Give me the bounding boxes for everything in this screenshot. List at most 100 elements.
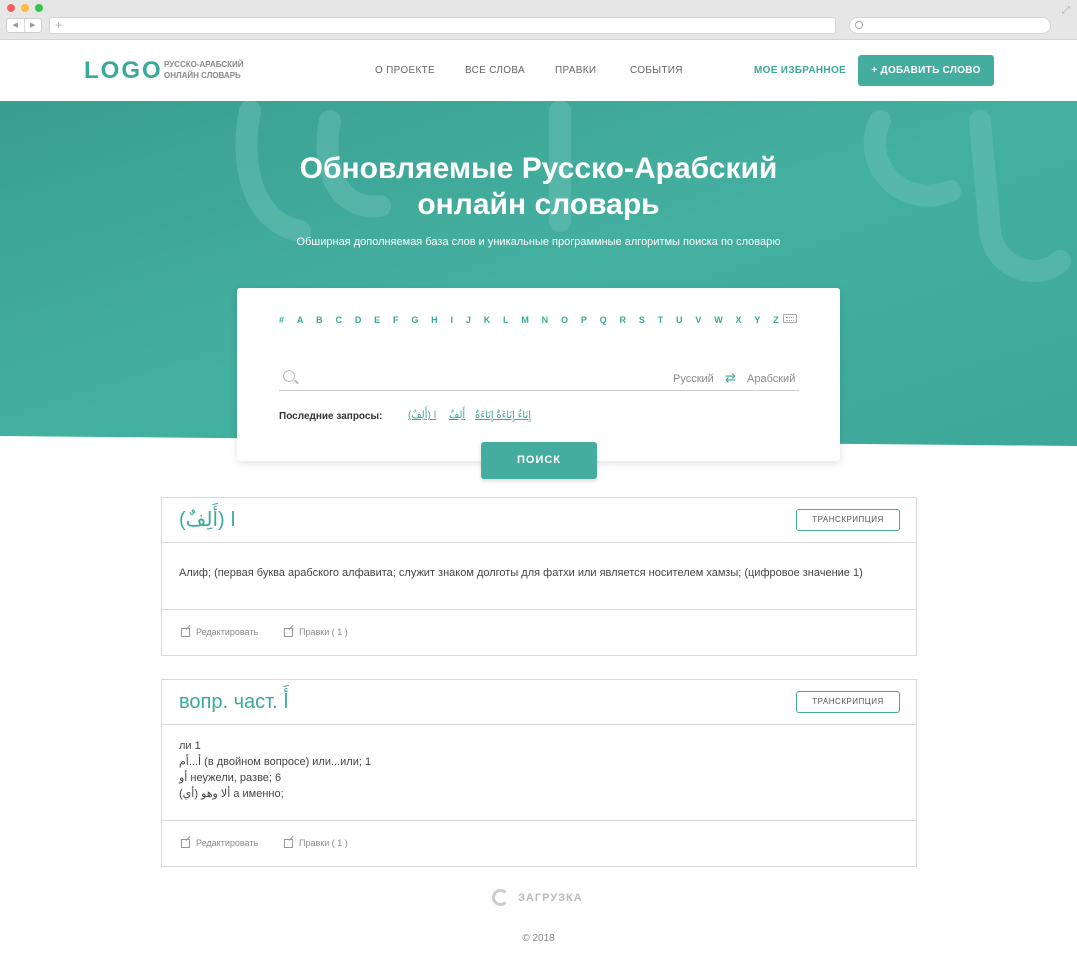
alphabet-letter[interactable]: G	[411, 315, 418, 325]
definition-line: (أي) ألا وهو а именно;	[179, 788, 284, 800]
alphabet-letter[interactable]: Z	[773, 315, 779, 325]
back-arrow-icon[interactable]: ◀	[7, 19, 24, 32]
nav-events[interactable]: СОБЫТИЯ	[630, 65, 683, 76]
entry-footer: Редактировать Правки ( 1 )	[162, 609, 916, 655]
edits-history-link[interactable]: Правки ( 1 )	[284, 838, 348, 848]
logo-subtitle-line2: ОНЛАЙН СЛОВАРЬ	[164, 71, 241, 80]
definition-line: أ...أم (в двойном вопросе) или...или; 1	[179, 756, 372, 768]
alphabet-letter[interactable]: B	[316, 315, 323, 325]
source-language[interactable]: Русский	[673, 373, 714, 385]
edit-label: Редактировать	[196, 627, 259, 637]
alphabet-letter[interactable]: J	[466, 315, 471, 325]
recent-query[interactable]: إِنَاءٌ إِنَاءَةٌ إِنَاءَةٌ	[475, 410, 531, 421]
definition-line: Алиф; (первая буква арабского алфавита; …	[179, 567, 863, 579]
entry-header: ا (أَلِفٌ) ТРАНСКРИПЦИЯ	[162, 498, 916, 543]
fullscreen-icon[interactable]: ⤢	[1062, 5, 1070, 16]
alphabet-letter[interactable]: T	[658, 315, 664, 325]
address-bar[interactable]: +	[49, 17, 836, 34]
plus-icon[interactable]: +	[55, 18, 62, 33]
edits-history-link[interactable]: Правки ( 1 )	[284, 627, 348, 637]
alphabet-letter[interactable]: H	[431, 315, 438, 325]
favorites-link[interactable]: МОЕ ИЗБРАННОЕ	[754, 65, 846, 76]
edits-count-label: Правки ( 1 )	[299, 627, 348, 637]
close-window-icon[interactable]	[7, 4, 15, 12]
alphabet-letter[interactable]: P	[581, 315, 587, 325]
edit-label: Редактировать	[196, 838, 259, 848]
copyright: © 2018	[522, 933, 555, 944]
search-input[interactable]	[279, 390, 799, 391]
dictionary-entry: вопр. част. أَ ТРАНСКРИПЦИЯ ли 1 أ...أم …	[161, 679, 917, 867]
definition-line: ли 1	[179, 740, 201, 752]
transcription-button[interactable]: ТРАНСКРИПЦИЯ	[796, 509, 900, 531]
search-card: # A B C D E F G H I J K L M N O P Q R S T U V W X Y Z Русский ⇄ Ар…	[237, 288, 840, 461]
alphabet-letter[interactable]: W	[714, 315, 723, 325]
transcription-button[interactable]: ТРАНСКРИПЦИЯ	[796, 691, 900, 713]
alphabet-letter[interactable]: D	[355, 315, 362, 325]
definition-line: أو неужели, разве; 6	[179, 772, 282, 784]
maximize-window-icon[interactable]	[35, 4, 43, 12]
keyboard-icon[interactable]	[783, 314, 797, 323]
dictionary-entry: ا (أَلِفٌ) ТРАНСКРИПЦИЯ Алиф; (первая бу…	[161, 497, 917, 656]
alphabet-letter[interactable]: M	[521, 315, 529, 325]
edit-link[interactable]: Редактировать	[181, 627, 258, 637]
browser-chrome: ◀ ▶ + ⤢	[0, 0, 1077, 40]
alphabet-letter[interactable]: #	[279, 315, 284, 325]
edit-icon	[181, 627, 190, 637]
entry-definition: Алиф; (первая буква арабского алфавита; …	[179, 565, 863, 581]
external-link-icon	[284, 627, 293, 637]
alphabet-letter[interactable]: L	[503, 315, 509, 325]
browser-nav-buttons: ◀ ▶	[6, 18, 42, 33]
alphabet-letter[interactable]: Q	[600, 315, 607, 325]
load-more-button[interactable]: ЗАГРУЗКА	[492, 889, 583, 906]
hero-title-line2: онлайн словарь	[417, 188, 660, 221]
hero-subtitle: Обширная дополняемая база слов и уникаль…	[296, 236, 781, 248]
hero-title-line1: Обновляемые Русско-Арабский	[299, 152, 778, 185]
edit-link[interactable]: Редактировать	[181, 838, 258, 848]
alphabet-letter[interactable]: O	[561, 315, 568, 325]
entry-definition: ли 1 أ...أم (в двойном вопросе) или...ил…	[179, 738, 371, 802]
entry-title[interactable]: ا (أَلِفٌ)	[179, 507, 236, 532]
target-language[interactable]: Арабский	[747, 373, 795, 385]
search-icon	[855, 21, 863, 29]
alphabet-filter: # A B C D E F G H I J K L M N O P Q R S T U V W X Y Z	[279, 315, 779, 325]
load-more-label: ЗАГРУЗКА	[518, 891, 583, 904]
browser-search-input[interactable]	[849, 17, 1051, 34]
logo[interactable]: LOGO	[84, 57, 163, 85]
recent-query[interactable]: ا (أَلِفٌ)	[408, 410, 436, 421]
nav-all-words[interactable]: ВСЕ СЛОВА	[465, 65, 525, 76]
alphabet-letter[interactable]: K	[484, 315, 491, 325]
logo-subtitle: РУССКО-АРАБСКИЙ ОНЛАЙН СЛОВАРЬ	[164, 59, 244, 81]
logo-subtitle-line1: РУССКО-АРАБСКИЙ	[164, 60, 244, 69]
alphabet-letter[interactable]: C	[336, 315, 343, 325]
forward-arrow-icon[interactable]: ▶	[23, 19, 42, 32]
reload-icon	[492, 889, 509, 906]
edits-count-label: Правки ( 1 )	[299, 838, 348, 848]
recent-query[interactable]: أَلِفٌ	[449, 410, 465, 421]
alphabet-letter[interactable]: N	[542, 315, 549, 325]
minimize-window-icon[interactable]	[21, 4, 29, 12]
add-word-button[interactable]: + ДОБАВИТЬ СЛОВО	[858, 55, 994, 86]
entry-header: вопр. част. أَ ТРАНСКРИПЦИЯ	[162, 680, 916, 725]
alphabet-letter[interactable]: R	[620, 315, 627, 325]
alphabet-letter[interactable]: I	[451, 315, 454, 325]
site-header: LOGO РУССКО-АРАБСКИЙ ОНЛАЙН СЛОВАРЬ О ПР…	[0, 40, 1077, 101]
search-button[interactable]: ПОИСК	[481, 442, 597, 479]
alphabet-letter[interactable]: U	[676, 315, 683, 325]
alphabet-letter[interactable]: Y	[754, 315, 760, 325]
alphabet-letter[interactable]: E	[374, 315, 380, 325]
alphabet-letter[interactable]: S	[639, 315, 645, 325]
entry-footer: Редактировать Правки ( 1 )	[162, 820, 916, 866]
edit-icon	[181, 838, 190, 848]
alphabet-letter[interactable]: F	[393, 315, 399, 325]
alphabet-letter[interactable]: V	[695, 315, 701, 325]
entry-title[interactable]: вопр. част. أَ	[179, 689, 289, 714]
nav-about[interactable]: О ПРОЕКТЕ	[375, 65, 435, 76]
hero-title: Обновляемые Русско-Арабский онлайн слова…	[0, 151, 1077, 223]
search-icon	[283, 370, 295, 382]
alphabet-letter[interactable]: A	[297, 315, 304, 325]
nav-edits[interactable]: ПРАВКИ	[555, 65, 596, 76]
alphabet-letter[interactable]: X	[736, 315, 742, 325]
external-link-icon	[284, 838, 293, 848]
swap-languages-icon[interactable]: ⇄	[725, 370, 736, 386]
recent-queries-label: Последние запросы:	[279, 411, 383, 422]
